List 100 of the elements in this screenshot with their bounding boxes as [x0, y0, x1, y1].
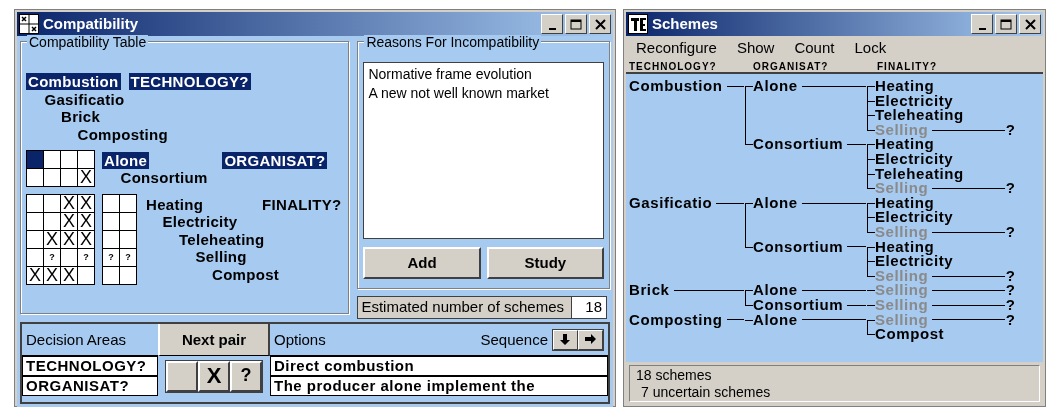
grid-cell[interactable]	[44, 213, 60, 231]
grid-cell[interactable]	[103, 213, 119, 231]
list-item[interactable]: Normative frame evolution	[368, 65, 599, 84]
grid-cell[interactable]	[27, 249, 43, 267]
grid-cell[interactable]: X	[61, 231, 77, 249]
factor-label[interactable]: FINALITY?	[260, 195, 344, 213]
menu-item[interactable]: Reconfigure	[636, 39, 717, 58]
grid-cell[interactable]: X	[61, 267, 77, 285]
tree-node[interactable]: Heating	[875, 137, 935, 152]
grid-cell[interactable]: X	[27, 267, 43, 285]
option-label[interactable]: Brick	[59, 108, 103, 126]
grid-cell[interactable]: X	[78, 213, 94, 231]
menu-item[interactable]: Count	[794, 39, 835, 58]
tree-node[interactable]: Compost	[875, 327, 945, 342]
tree-node[interactable]: Consortium	[753, 137, 844, 152]
minimize-button[interactable]	[541, 14, 563, 34]
option-label[interactable]: Combustion	[26, 73, 121, 91]
tree-node[interactable]: Heating	[875, 195, 935, 211]
option-label[interactable]: Alone	[102, 151, 150, 169]
action-button[interactable]: Study	[486, 247, 604, 279]
close-button[interactable]	[1019, 14, 1041, 34]
list-item[interactable]: A new not well known market	[368, 84, 599, 103]
grid-cell[interactable]: ?	[78, 249, 94, 267]
status-text: 18 schemes	[636, 367, 713, 384]
grid-cell[interactable]	[61, 151, 77, 169]
tree-node[interactable]: Teleheating	[875, 108, 964, 123]
grid-cell[interactable]	[44, 151, 60, 169]
window-title: Schemes	[652, 15, 718, 33]
action-button[interactable]: Add	[363, 247, 481, 279]
grid-cell[interactable]	[103, 231, 119, 249]
area-cell: TECHNOLOGY?	[22, 356, 158, 376]
close-button[interactable]	[589, 14, 611, 34]
grid-cell[interactable]: ?	[44, 249, 60, 267]
sequence-button[interactable]	[553, 329, 578, 350]
grid-cell[interactable]: ?	[103, 249, 119, 267]
tree-node[interactable]: Heating	[875, 79, 935, 94]
factor-label[interactable]: TECHNOLOGY?	[128, 73, 251, 91]
menu-item[interactable]: Lock	[854, 39, 887, 58]
incompatible-button[interactable]: X	[198, 360, 230, 392]
grid-cell[interactable]	[120, 267, 136, 285]
tree-node[interactable]: Brick	[629, 283, 670, 298]
minimize-button[interactable]	[971, 14, 993, 34]
option-label[interactable]: Teleheating	[177, 230, 267, 248]
grid-cell[interactable]	[103, 267, 119, 285]
grid-cell[interactable]	[61, 169, 77, 187]
grid-cell[interactable]: X	[44, 231, 60, 249]
grid-cell[interactable]	[78, 151, 94, 169]
reasons-list[interactable]: Normative frame evolution A new not well known market	[363, 62, 604, 239]
maximize-button[interactable]	[995, 14, 1017, 34]
grid-cell[interactable]	[78, 267, 94, 285]
grid-cell[interactable]: ?	[120, 249, 136, 267]
grid-cell[interactable]	[103, 195, 119, 213]
grid-cell[interactable]	[27, 169, 43, 187]
grid-cell[interactable]: X	[78, 231, 94, 249]
grid-cell[interactable]: X	[44, 267, 60, 285]
menu-item[interactable]: Show	[736, 39, 775, 58]
maximize-button[interactable]	[565, 14, 587, 34]
option-label[interactable]: Composting	[75, 126, 170, 144]
tree-node[interactable]: Consortium	[753, 297, 844, 313]
option-label[interactable]: Heating	[144, 195, 206, 213]
tree-node[interactable]: Alone	[753, 195, 798, 211]
tree-node[interactable]: Electricity	[875, 93, 954, 109]
grid-cell[interactable]: X	[78, 195, 94, 213]
grid-cell[interactable]	[27, 213, 43, 231]
tree-node[interactable]: Heating	[875, 239, 935, 255]
grid-cell[interactable]	[44, 169, 60, 187]
grid-cell[interactable]: X	[78, 169, 94, 187]
tree-node[interactable]: Consortium	[753, 239, 844, 255]
tree-node[interactable]: Alone	[753, 79, 798, 94]
next-pair-button[interactable]: Next pair	[158, 324, 270, 356]
grid-cell[interactable]: X	[61, 213, 77, 231]
tree-node[interactable]: Composting	[629, 312, 723, 328]
option-label[interactable]: Consortium	[118, 169, 210, 187]
sequence-button[interactable]	[578, 329, 603, 350]
grid-cell[interactable]	[61, 249, 77, 267]
group-title: Reasons For Incompatibility	[364, 35, 542, 49]
uncertain-button[interactable]: ?	[230, 360, 262, 392]
tree-node[interactable]: Combustion	[629, 79, 723, 94]
tree-node[interactable]: Electricity	[875, 151, 954, 167]
option-label[interactable]: Compost	[210, 266, 282, 284]
grid-cell[interactable]: X	[61, 195, 77, 213]
tree-node[interactable]: Alone	[753, 283, 798, 298]
tree-node[interactable]: Electricity	[875, 210, 954, 225]
tree-node[interactable]: Alone	[753, 312, 798, 328]
grid-cell[interactable]	[27, 151, 43, 169]
option-label[interactable]: Selling	[193, 248, 249, 266]
grid-cell[interactable]	[44, 195, 60, 213]
option-label[interactable]: Electricity	[160, 213, 240, 231]
grid-cell[interactable]	[27, 195, 43, 213]
grid-cell[interactable]	[120, 195, 136, 213]
uncertain-mark: ?	[1005, 283, 1015, 298]
factor-label[interactable]: ORGANISAT?	[222, 151, 328, 169]
tree-node[interactable]: Teleheating	[875, 166, 964, 182]
option-label[interactable]: Gasificatio	[42, 90, 127, 108]
tree-node[interactable]: Gasificatio	[629, 195, 713, 211]
grid-cell[interactable]	[27, 231, 43, 249]
grid-cell[interactable]	[120, 231, 136, 249]
compatible-button[interactable]	[166, 360, 198, 392]
tree-node[interactable]: Electricity	[875, 254, 954, 269]
grid-cell[interactable]	[120, 213, 136, 231]
